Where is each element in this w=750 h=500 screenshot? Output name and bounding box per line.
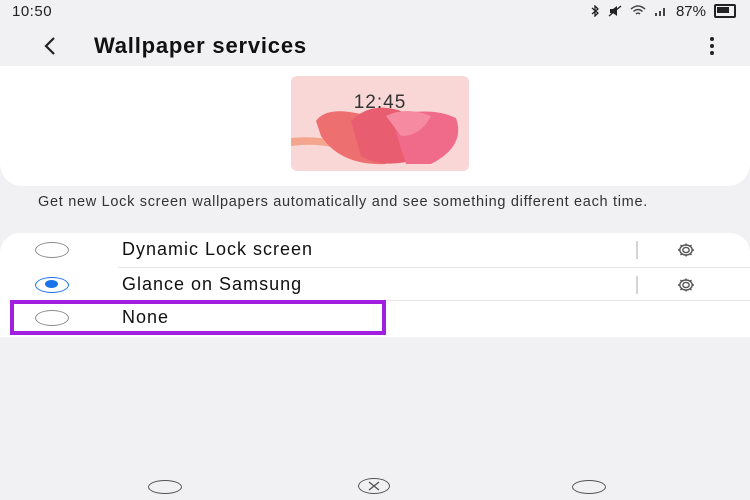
status-icons: 87% [590, 3, 736, 20]
wifi-icon [630, 5, 646, 15]
gear-icon [678, 243, 694, 256]
signal-icon [654, 8, 665, 16]
option-dynamic-lock-screen[interactable]: Dynamic Lock screen [0, 233, 750, 266]
settings-button[interactable] [673, 240, 699, 260]
radio-unchecked-icon[interactable] [35, 241, 69, 258]
option-glance-on-samsung[interactable]: Glance on Samsung [0, 268, 750, 301]
home-icon [368, 481, 380, 491]
divider [636, 240, 638, 259]
battery-icon [714, 4, 736, 18]
page-title: Wallpaper services [94, 33, 307, 58]
home-button[interactable] [358, 478, 390, 494]
more-vertical-icon [710, 37, 714, 41]
description-text: Get new Lock screen wallpapers automatic… [38, 194, 648, 210]
bluetooth-icon [591, 5, 599, 17]
divider [636, 275, 638, 294]
status-bar: 10:50 87% [0, 0, 750, 22]
option-label: Glance on Samsung [122, 274, 303, 294]
back-button[interactable] [30, 26, 70, 66]
preview-card: 12:45 [0, 66, 750, 186]
gear-icon [678, 278, 694, 291]
lock-screen-preview: 12:45 [291, 76, 469, 171]
navigation-bar [0, 474, 750, 500]
radio-checked-icon[interactable] [35, 276, 69, 293]
preview-clock: 12:45 [353, 92, 407, 113]
more-options-button[interactable] [702, 32, 722, 60]
status-time: 10:50 [12, 2, 53, 20]
chevron-left-icon [44, 37, 55, 55]
settings-button[interactable] [673, 275, 699, 295]
highlight-annotation-box [10, 300, 386, 335]
mute-icon [608, 5, 622, 17]
battery-percent: 87% [675, 2, 706, 20]
tulip-wallpaper-image [291, 107, 459, 165]
app-header: Wallpaper services [0, 24, 750, 68]
recent-apps-button[interactable] [148, 480, 182, 494]
option-label: Dynamic Lock screen [122, 239, 314, 259]
back-nav-button[interactable] [572, 480, 606, 494]
